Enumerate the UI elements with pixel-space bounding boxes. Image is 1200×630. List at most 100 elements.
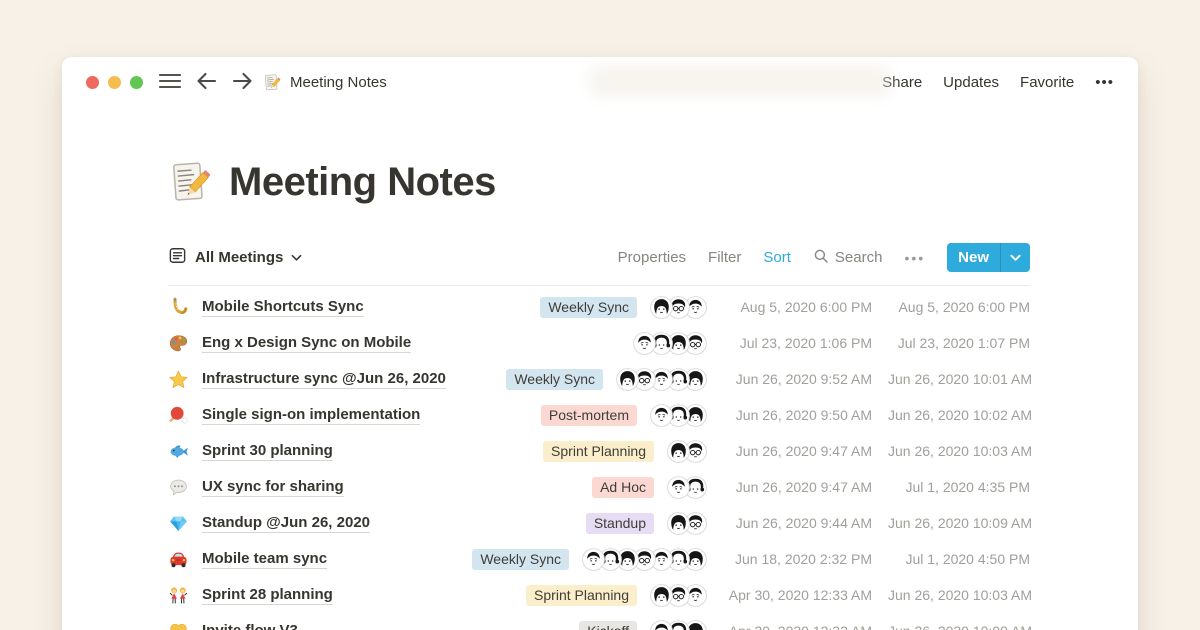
last-edited-time: Jun 26, 2020 10:02 AM (888, 407, 1030, 423)
avatar (616, 368, 639, 391)
window-titlebar: Meeting Notes Share Updates Favorite ••• (62, 57, 1138, 107)
meeting-title-link[interactable]: Single sign-on implementation (202, 406, 420, 425)
tag-pill: Sprint Planning (526, 585, 637, 606)
created-time: Jun 26, 2020 9:50 AM (722, 407, 872, 423)
table-row[interactable]: Sprint 30 planning Sprint Planning Jun 2… (168, 433, 1030, 469)
meeting-title-link[interactable]: Mobile Shortcuts Sync (202, 298, 364, 317)
avatar (650, 584, 673, 607)
created-time: Apr 30, 2020 12:33 AM (722, 587, 872, 603)
more-options-button[interactable]: ••• (1095, 74, 1114, 91)
memo-icon (263, 73, 282, 92)
meeting-title-link[interactable]: Mobile team sync (202, 550, 327, 569)
chevron-down-icon[interactable] (1001, 243, 1030, 272)
table-row[interactable]: UX sync for sharing Ad Hoc Jun 26, 2020 … (168, 469, 1030, 505)
attendee-avatars (582, 548, 707, 571)
attendee-avatars (633, 332, 707, 355)
erased-region-artifact (590, 65, 890, 97)
tag-pill: Standup (586, 513, 654, 534)
attendee-avatars (650, 620, 707, 630)
view-selector[interactable]: All Meetings (168, 246, 302, 269)
meetings-table: Mobile Shortcuts Sync Weekly Sync Aug 5,… (168, 289, 1030, 630)
meeting-title-link[interactable]: Sprint 28 planning (202, 586, 333, 605)
properties-button[interactable]: Properties (618, 249, 686, 266)
created-time: Jun 26, 2020 9:47 AM (722, 443, 872, 459)
last-edited-time: Jun 26, 2020 10:09 AM (888, 623, 1030, 630)
created-time: Apr 30, 2020 12:32 AM (722, 623, 872, 630)
notion-window: Meeting Notes Share Updates Favorite •••… (62, 57, 1138, 630)
ping-pong-icon (168, 405, 189, 426)
meeting-title-link[interactable]: Standup @Jun 26, 2020 (202, 514, 370, 533)
tag-pill: Weekly Sync (472, 549, 569, 570)
forward-arrow-icon (232, 72, 253, 93)
table-row[interactable]: Infrastructure sync @Jun 26, 2020 Weekly… (168, 361, 1030, 397)
created-time: Jul 23, 2020 1:06 PM (722, 335, 872, 351)
sidebar-menu-button[interactable] (159, 72, 181, 93)
saxophone-icon (168, 297, 189, 318)
avatar (667, 476, 690, 499)
view-toolbar: All Meetings Properties Filter Sort Sear… (168, 243, 1030, 286)
table-row[interactable]: Mobile team sync Weekly Sync Jun 18, 202… (168, 541, 1030, 577)
last-edited-time: Jul 1, 2020 4:35 PM (888, 479, 1030, 495)
filter-button[interactable]: Filter (708, 249, 741, 266)
view-more-button[interactable]: ••• (904, 250, 925, 266)
table-row[interactable]: Invite flow V3 Kickoff Apr 30, 2020 12:3… (168, 613, 1030, 630)
car-icon (168, 549, 189, 570)
avatar (633, 332, 656, 355)
breadcrumb-title: Meeting Notes (290, 74, 387, 91)
back-button[interactable] (196, 72, 217, 93)
minimize-window-button[interactable] (108, 76, 121, 89)
star-icon (168, 369, 189, 390)
meeting-title-link[interactable]: Eng x Design Sync on Mobile (202, 334, 411, 353)
last-edited-time: Jun 26, 2020 10:03 AM (888, 587, 1030, 603)
last-edited-time: Jun 26, 2020 10:03 AM (888, 443, 1030, 459)
meeting-title-link[interactable]: Sprint 30 planning (202, 442, 333, 461)
window-controls (86, 76, 143, 89)
meeting-title-link[interactable]: UX sync for sharing (202, 478, 344, 497)
tag-pill: Ad Hoc (592, 477, 654, 498)
zoom-window-button[interactable] (130, 76, 143, 89)
tag-pill: Weekly Sync (540, 297, 637, 318)
last-edited-time: Jun 26, 2020 10:09 AM (888, 515, 1030, 531)
fish-icon (168, 441, 189, 462)
table-row[interactable]: Mobile Shortcuts Sync Weekly Sync Aug 5,… (168, 289, 1030, 325)
avatar (650, 404, 673, 427)
view-selector-label: All Meetings (195, 249, 283, 266)
speech-balloon-icon (168, 477, 189, 498)
forward-button[interactable] (232, 72, 253, 93)
dancers-icon (168, 585, 189, 606)
sort-button[interactable]: Sort (763, 249, 791, 266)
favorite-button[interactable]: Favorite (1020, 74, 1074, 91)
attendee-avatars (667, 440, 707, 463)
table-row[interactable]: Eng x Design Sync on Mobile Jul 23, 2020… (168, 325, 1030, 361)
updates-button[interactable]: Updates (943, 74, 999, 91)
avatar (667, 512, 690, 535)
gem-icon (168, 513, 189, 534)
search-button[interactable]: Search (813, 248, 883, 268)
attendee-avatars (650, 584, 707, 607)
hamburger-icon (159, 72, 181, 93)
table-row[interactable]: Single sign-on implementation Post-morte… (168, 397, 1030, 433)
created-time: Jun 26, 2020 9:47 AM (722, 479, 872, 495)
avatar (582, 548, 605, 571)
page-header: Meeting Notes (168, 159, 1030, 205)
tag-pill: Kickoff (579, 621, 637, 630)
table-row[interactable]: Sprint 28 planning Sprint Planning Apr 3… (168, 577, 1030, 613)
back-arrow-icon (196, 72, 217, 93)
breadcrumb[interactable]: Meeting Notes (263, 73, 387, 92)
meeting-title-link[interactable]: Infrastructure sync @Jun 26, 2020 (202, 370, 446, 389)
table-row[interactable]: Standup @Jun 26, 2020 Standup Jun 26, 20… (168, 505, 1030, 541)
memo-icon (168, 159, 214, 205)
avatar (667, 440, 690, 463)
avatar (650, 620, 673, 630)
meeting-title-link[interactable]: Invite flow V3 (202, 622, 298, 630)
attendee-avatars (616, 368, 707, 391)
tag-pill: Post-mortem (541, 405, 637, 426)
palette-icon (168, 333, 189, 354)
page-title: Meeting Notes (229, 160, 496, 205)
new-button[interactable]: New (947, 243, 1030, 272)
last-edited-time: Jun 26, 2020 10:01 AM (888, 371, 1030, 387)
tag-pill: Weekly Sync (506, 369, 603, 390)
search-label: Search (835, 249, 883, 266)
attendee-avatars (650, 404, 707, 427)
close-window-button[interactable] (86, 76, 99, 89)
